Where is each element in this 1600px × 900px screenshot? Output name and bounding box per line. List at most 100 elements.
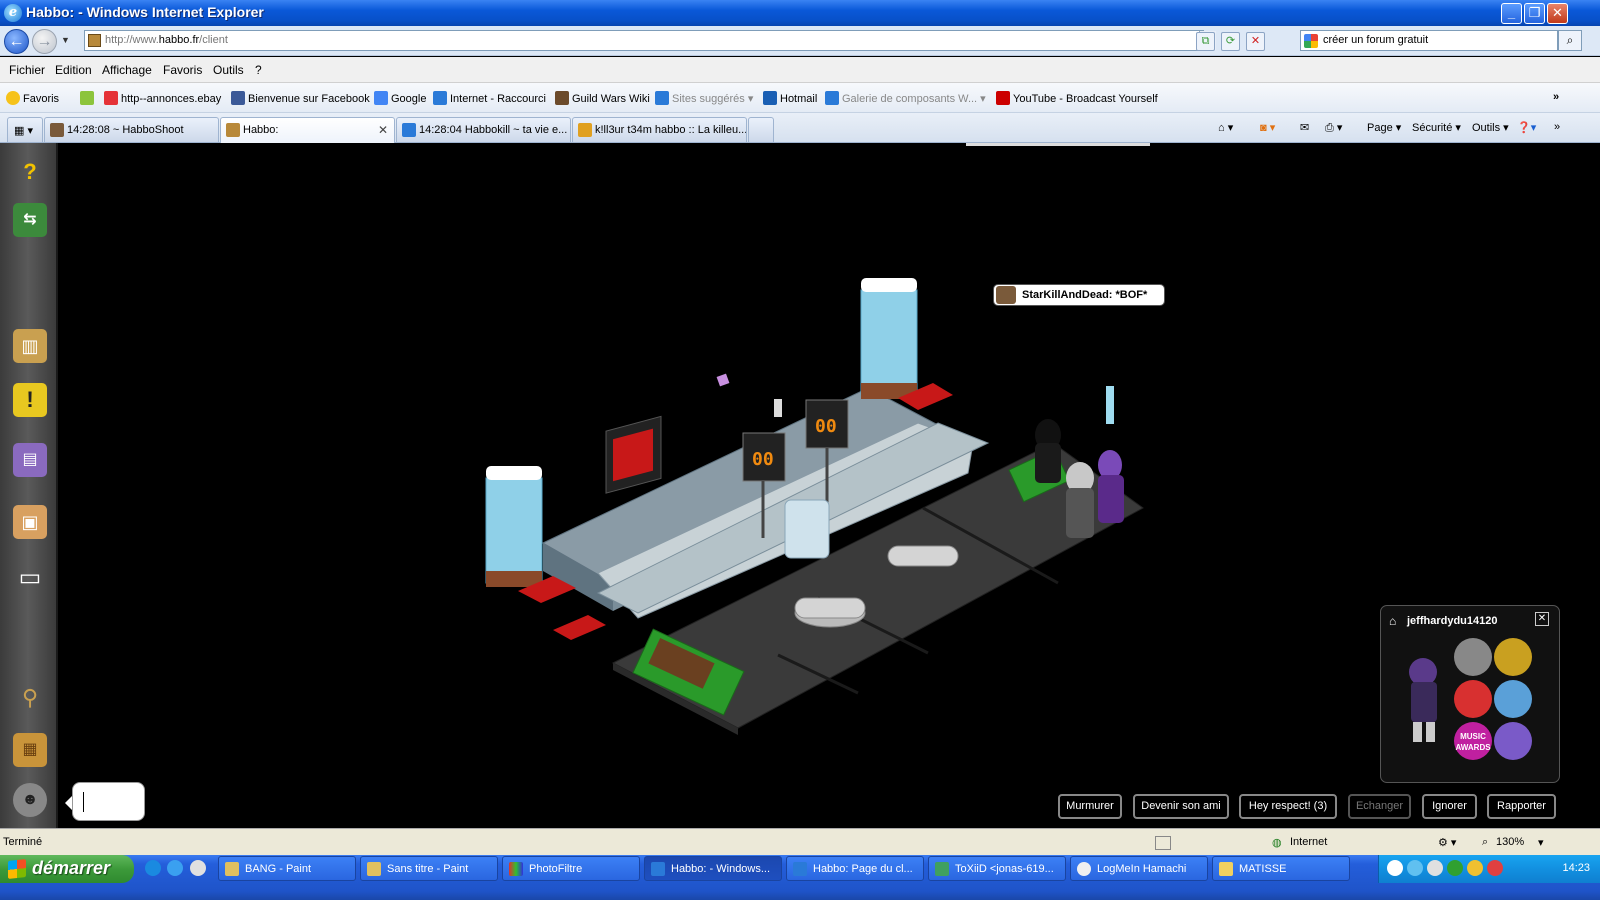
fav-hotmail[interactable]: Hotmail: [763, 91, 817, 105]
tray-network-icon[interactable]: [1407, 860, 1423, 876]
respect-button[interactable]: Hey respect! (3): [1239, 794, 1337, 819]
inventory-icon[interactable]: ▣: [13, 505, 47, 539]
fav-google[interactable]: Google: [374, 91, 426, 105]
mail-icon[interactable]: ✉: [1300, 121, 1309, 134]
url-input[interactable]: http://www.habbo.fr/client: [84, 30, 1204, 51]
ie-quicklaunch-icon-2[interactable]: [167, 860, 183, 876]
ignore-button[interactable]: Ignorer: [1422, 794, 1477, 819]
add-friend-button[interactable]: Devenir son ami: [1133, 794, 1229, 819]
maximize-button[interactable]: ❐: [1524, 3, 1545, 24]
new-tab-button[interactable]: [748, 117, 774, 142]
search-input[interactable]: créer un forum gratuit: [1300, 30, 1558, 51]
tab-killeur-team[interactable]: k!ll3ur t34m habbo :: La killeu...: [572, 117, 747, 142]
chat-bubble-icon[interactable]: ▭: [13, 561, 47, 595]
badge-music-awards[interactable]: MUSIC AWARDS: [1454, 722, 1492, 760]
exit-room-icon[interactable]: ⇆: [13, 203, 47, 237]
chevron-more-icon[interactable]: »: [1553, 91, 1559, 103]
minimize-button[interactable]: _: [1501, 3, 1522, 24]
fav-youtube[interactable]: YouTube - Broadcast Yourself: [996, 91, 1158, 105]
help-question-icon[interactable]: ?: [13, 155, 47, 189]
badge-1[interactable]: [1454, 638, 1492, 676]
menu-affichage[interactable]: Affichage: [102, 63, 152, 77]
forward-button[interactable]: →: [32, 29, 57, 54]
task-habbo-page[interactable]: Habbo: Page du cl...: [786, 856, 924, 881]
tray-security-icon[interactable]: [1447, 860, 1463, 876]
fav-sites-suggeres[interactable]: Sites suggérés ▾: [655, 91, 753, 105]
room-scene[interactable]: 00 00: [58, 143, 1600, 828]
task-matisse[interactable]: MATISSE: [1212, 856, 1350, 881]
favorites-button[interactable]: Favoris: [6, 91, 59, 105]
badge-6[interactable]: [1494, 722, 1532, 760]
avatar-icon[interactable]: ☻: [13, 783, 47, 817]
menu-favoris[interactable]: Favoris: [163, 63, 202, 77]
trade-button[interactable]: Echanger: [1348, 794, 1411, 819]
task-sans-titre-paint[interactable]: Sans titre - Paint: [360, 856, 498, 881]
page-menu[interactable]: Page ▾: [1367, 121, 1401, 134]
media-player-icon[interactable]: [190, 860, 206, 876]
rss-icon[interactable]: ◙ ▾: [1260, 121, 1275, 134]
catalogue-icon[interactable]: ▤: [13, 443, 47, 477]
tray-volume-icon[interactable]: [1427, 860, 1443, 876]
badge-2[interactable]: [1494, 638, 1532, 676]
quick-tabs-button[interactable]: ▦ ▾: [7, 117, 43, 142]
task-photofiltre[interactable]: PhotoFiltre: [502, 856, 640, 881]
tab-habboshoot[interactable]: 14:28:08 ~ HabboShoot: [44, 117, 219, 142]
home-icon[interactable]: ⌂: [1389, 614, 1396, 628]
menu-help[interactable]: ?: [255, 63, 262, 77]
home-icon[interactable]: ⌂ ▾: [1218, 121, 1233, 134]
back-button[interactable]: ←: [4, 29, 29, 54]
task-label: Sans titre - Paint: [387, 863, 469, 875]
menu-edition[interactable]: Edition: [55, 63, 92, 77]
navigator-search-icon[interactable]: ⚲: [13, 681, 47, 715]
tab-habbokill[interactable]: 14:28:04 Habbokill ~ ta vie e...: [396, 117, 571, 142]
chat-input[interactable]: [65, 782, 145, 821]
badge-4[interactable]: [1494, 680, 1532, 718]
menu-fichier[interactable]: Fichier: [9, 63, 45, 77]
menu-outils[interactable]: Outils: [213, 63, 244, 77]
fav-guild-wars-wiki[interactable]: Guild Wars Wiki: [555, 91, 650, 105]
close-icon[interactable]: ✕: [1535, 612, 1549, 626]
chevron-more-icon[interactable]: »: [1554, 121, 1560, 133]
tray-app-icon[interactable]: [1467, 860, 1483, 876]
tray-app-icon-2[interactable]: [1487, 860, 1503, 876]
events-alert-icon[interactable]: !: [13, 383, 47, 417]
fav-facebook[interactable]: Bienvenue sur Facebook: [231, 91, 370, 105]
add-favorite-icon[interactable]: [80, 91, 97, 105]
fav-internet-raccourci[interactable]: Internet - Raccourci: [433, 91, 546, 105]
whisper-button[interactable]: Murmurer: [1058, 794, 1122, 819]
url-suffix: /client: [199, 34, 228, 46]
fav-galerie[interactable]: Galerie de composants W... ▾: [825, 91, 986, 105]
history-dropdown-icon[interactable]: ▼: [61, 35, 70, 45]
zoom-level[interactable]: 130%: [1496, 836, 1524, 848]
clock: 14:23: [1562, 862, 1590, 874]
task-bang-paint[interactable]: BANG - Paint: [218, 856, 356, 881]
fav-ebay[interactable]: http--annonces.ebay: [104, 91, 221, 105]
tray-collapse-icon[interactable]: [1387, 860, 1403, 876]
refresh-icon[interactable]: ⟳: [1221, 32, 1240, 51]
tools-menu[interactable]: Outils ▾: [1472, 121, 1509, 134]
close-tab-icon[interactable]: ✕: [378, 123, 388, 137]
stop-icon[interactable]: ✕: [1246, 32, 1265, 51]
task-hamachi[interactable]: LogMeIn Hamachi: [1070, 856, 1208, 881]
start-button[interactable]: démarrer: [0, 855, 134, 883]
zoom-dropdown-icon[interactable]: ▾: [1538, 836, 1544, 849]
zoom-icon[interactable]: ⌕: [1482, 836, 1488, 849]
hotel-view-icon[interactable]: ▥: [13, 329, 47, 363]
game-viewport[interactable]: 00 00: [58, 143, 1600, 828]
security-menu[interactable]: Sécurité ▾: [1412, 121, 1461, 134]
task-toxiid[interactable]: ToXiiD <jonas-619...: [928, 856, 1066, 881]
tab-bar: ▦ ▾ 14:28:08 ~ HabboShoot Habbo: ✕ 14:28:…: [0, 113, 1600, 143]
ie-quicklaunch-icon[interactable]: [145, 860, 161, 876]
help-icon[interactable]: ❓▾: [1517, 121, 1536, 134]
room-icon[interactable]: ▦: [13, 733, 47, 767]
badge-3[interactable]: [1454, 680, 1492, 718]
search-button[interactable]: ⌕: [1558, 30, 1582, 51]
compat-view-icon[interactable]: ⧉: [1196, 32, 1215, 51]
close-button[interactable]: ✕: [1547, 3, 1568, 24]
print-icon[interactable]: ⎙ ▾: [1325, 121, 1342, 135]
report-button[interactable]: Rapporter: [1487, 794, 1556, 819]
task-habbo-windows[interactable]: Habbo: - Windows...: [644, 856, 782, 881]
tab-habbo[interactable]: Habbo: ✕: [220, 117, 395, 143]
protected-mode-icon[interactable]: ⚙ ▾: [1438, 836, 1456, 849]
tab-label: 14:28:04 Habbokill ~ ta vie e...: [419, 124, 568, 136]
